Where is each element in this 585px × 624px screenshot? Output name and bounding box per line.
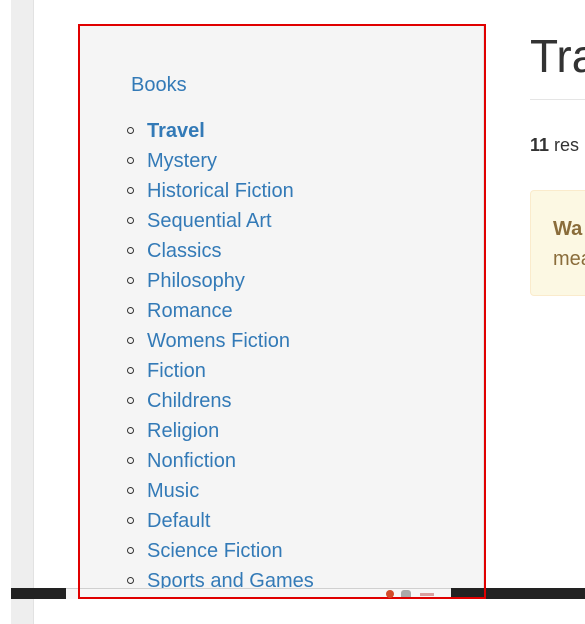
- category-item-religion: Religion: [127, 418, 314, 448]
- category-link-religion[interactable]: Religion: [147, 420, 219, 442]
- status-icon: [420, 593, 434, 596]
- category-link-childrens[interactable]: Childrens: [147, 390, 231, 412]
- category-sidebar: Books Travel Mystery Historical Fiction …: [78, 24, 484, 596]
- category-link-nonfiction[interactable]: Nonfiction: [147, 450, 236, 472]
- category-item-fiction: Fiction: [127, 358, 314, 388]
- extension-icon[interactable]: [401, 590, 411, 597]
- notification-icon[interactable]: [386, 590, 394, 598]
- category-item-nonfiction: Nonfiction: [127, 448, 314, 478]
- warning-title: Wa: [553, 218, 583, 240]
- category-link-philosophy[interactable]: Philosophy: [147, 270, 245, 292]
- category-link-sequential-art[interactable]: Sequential Art: [147, 210, 272, 232]
- category-item-romance: Romance: [127, 298, 314, 328]
- warning-message: mea: [553, 248, 585, 270]
- category-item-womens-fiction: Womens Fiction: [127, 328, 314, 358]
- category-link-mystery[interactable]: Mystery: [147, 150, 217, 172]
- category-link-historical-fiction[interactable]: Historical Fiction: [147, 180, 294, 202]
- category-item-philosophy: Philosophy: [127, 268, 314, 298]
- category-item-classics: Classics: [127, 238, 314, 268]
- category-item-historical-fiction: Historical Fiction: [127, 178, 314, 208]
- category-link-science-fiction[interactable]: Science Fiction: [147, 540, 283, 562]
- category-item-science-fiction: Science Fiction: [127, 538, 314, 568]
- category-link-womens-fiction[interactable]: Womens Fiction: [147, 330, 290, 352]
- category-link-romance[interactable]: Romance: [147, 300, 233, 322]
- warning-alert: Wa mea: [530, 190, 585, 296]
- category-link-fiction[interactable]: Fiction: [147, 360, 206, 382]
- category-item-mystery: Mystery: [127, 148, 314, 178]
- category-link-travel[interactable]: Travel: [147, 120, 205, 142]
- category-item-travel: Travel: [127, 118, 314, 148]
- category-item-default: Default: [127, 508, 314, 538]
- category-list: Travel Mystery Historical Fiction Sequen…: [127, 118, 314, 595]
- page: Books Travel Mystery Historical Fiction …: [0, 0, 585, 624]
- category-item-childrens: Childrens: [127, 388, 314, 418]
- results-summary: 11 res: [530, 133, 579, 157]
- category-item-sequential-art: Sequential Art: [127, 208, 314, 238]
- page-title: Tra: [530, 30, 585, 82]
- left-panel-strip: [11, 0, 34, 624]
- left-gutter: [0, 0, 11, 624]
- category-link-classics[interactable]: Classics: [147, 240, 221, 262]
- category-link-music[interactable]: Music: [147, 480, 199, 502]
- title-divider: [530, 99, 585, 100]
- category-root-books[interactable]: Books: [131, 73, 187, 97]
- result-suffix: res: [554, 135, 580, 155]
- result-count: 11: [530, 135, 550, 155]
- category-link-default[interactable]: Default: [147, 510, 210, 532]
- category-item-music: Music: [127, 478, 314, 508]
